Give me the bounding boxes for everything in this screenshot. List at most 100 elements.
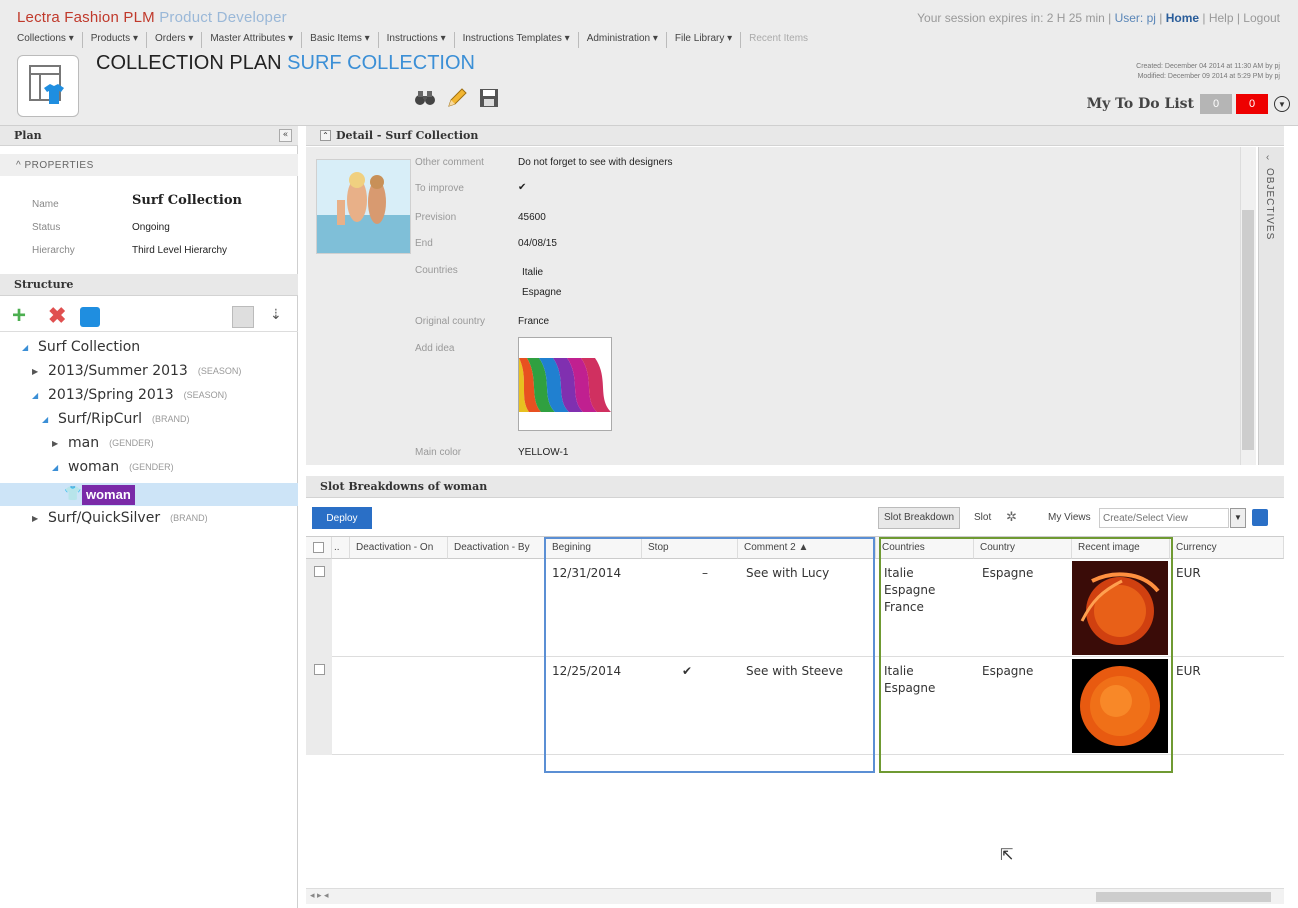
- col-deactivation-by[interactable]: Deactivation - By: [448, 537, 546, 559]
- collapse-panel-button[interactable]: «: [279, 129, 292, 142]
- expanded-arrow-icon[interactable]: ◢: [52, 463, 62, 472]
- prop-name-label: Name: [32, 199, 59, 210]
- collapse-up-icon[interactable]: ⌃: [320, 130, 331, 141]
- home-link[interactable]: Home: [1166, 11, 1199, 25]
- my-views-label: My Views: [1048, 512, 1091, 523]
- tree-node-woman-gender[interactable]: ◢ woman (GENDER): [52, 459, 174, 475]
- add-icon[interactable]: +: [12, 304, 26, 328]
- delete-icon[interactable]: ✖: [48, 305, 66, 327]
- user-link[interactable]: User: pj: [1115, 11, 1156, 25]
- properties-header[interactable]: ^ PROPERTIES: [0, 154, 298, 176]
- field-prevision-value: 45600: [518, 212, 546, 223]
- collection-thumbnail: [316, 159, 411, 254]
- structure-header: Structure: [0, 274, 298, 296]
- select-all-header[interactable]: [306, 537, 332, 559]
- menu-recent-items[interactable]: Recent Items: [741, 32, 816, 48]
- field-countries-label: Countries: [415, 265, 458, 276]
- chevron-down-icon[interactable]: ▼: [1230, 508, 1246, 528]
- menu-master-attributes[interactable]: Master Attributes ▾: [202, 32, 303, 48]
- idea-image[interactable]: [518, 337, 612, 431]
- menu-instructions-templates[interactable]: Instructions Templates ▾: [455, 32, 579, 48]
- tree-node-quicksilver[interactable]: ▶ Surf/QuickSilver (BRAND): [32, 510, 208, 526]
- slot-breakdown-header: Slot Breakdowns of woman: [306, 476, 1284, 498]
- grid-horizontal-scrollbar[interactable]: ◂ ▸ ◂: [306, 888, 1284, 904]
- tree-node-woman-selected[interactable]: woman: [82, 485, 135, 505]
- field-original-country-value: France: [518, 316, 550, 327]
- col-more[interactable]: ..: [332, 537, 350, 559]
- sort-icon[interactable]: ⇣: [270, 306, 282, 323]
- tree-node-man[interactable]: ▶ man (GENDER): [52, 435, 154, 451]
- slot-breakdown-tab[interactable]: Slot Breakdown: [878, 507, 961, 529]
- slot-tab[interactable]: Slot: [974, 512, 991, 523]
- tree-node-surf-collection[interactable]: ◢ Surf Collection: [22, 339, 140, 355]
- col-currency[interactable]: Currency: [1170, 537, 1284, 559]
- menu-administration[interactable]: Administration ▾: [579, 32, 667, 48]
- binoculars-icon[interactable]: [414, 87, 436, 109]
- expanded-arrow-icon[interactable]: ◢: [42, 415, 52, 424]
- help-logout-links[interactable]: | Help | Logout: [1199, 11, 1280, 25]
- tree-node-spring-2013[interactable]: ◢ 2013/Spring 2013 (SEASON): [32, 387, 227, 403]
- menu-orders[interactable]: Orders ▾: [147, 32, 203, 48]
- expanded-arrow-icon[interactable]: ◢: [22, 343, 32, 352]
- collection-plan-icon: [17, 55, 79, 117]
- detail-scroll-thumb[interactable]: [1242, 210, 1254, 450]
- field-countries-value-2: Espagne: [522, 287, 562, 298]
- created-modified-info: Created: December 04 2014 at 11:30 AM by…: [1136, 63, 1280, 80]
- view-select-input[interactable]: [1099, 508, 1229, 528]
- field-other-comment-label: Other comment: [415, 157, 484, 168]
- collapsed-arrow-icon[interactable]: ▶: [32, 514, 42, 523]
- scroll-left-icon[interactable]: ◂ ▸ ◂: [310, 890, 329, 901]
- pencil-icon[interactable]: [446, 87, 468, 109]
- session-info: Your session expires in: 2 H 25 min | Us…: [917, 11, 1280, 25]
- page-title: COLLECTION PLAN SURF COLLECTION: [96, 52, 475, 74]
- gear-icon[interactable]: ✲: [1006, 509, 1017, 525]
- field-to-improve-label: To improve: [415, 183, 464, 194]
- product-icon[interactable]: [80, 307, 100, 327]
- todo-count-grey[interactable]: 0: [1200, 94, 1232, 114]
- deploy-button[interactable]: Deploy: [312, 507, 372, 529]
- chevron-down-icon[interactable]: ▼: [1274, 96, 1290, 112]
- main-menu: Collections ▾ Products ▾ Orders ▾ Master…: [17, 32, 816, 48]
- field-end-value: 04/08/15: [518, 238, 557, 249]
- field-end-label: End: [415, 238, 433, 249]
- field-main-color-label: Main color: [415, 447, 462, 458]
- todo-count-red[interactable]: 0: [1236, 94, 1268, 114]
- row-checkbox[interactable]: [314, 664, 325, 675]
- tshirt-icon: 👕: [64, 485, 82, 501]
- page-toolbar: [414, 87, 500, 109]
- collapsed-arrow-icon[interactable]: ▶: [52, 439, 62, 448]
- horizontal-scroll-thumb[interactable]: [1096, 892, 1271, 902]
- collapsed-arrow-icon[interactable]: ▶: [32, 367, 42, 376]
- tree-view-icon[interactable]: [232, 306, 254, 328]
- save-view-icon[interactable]: [1252, 509, 1268, 526]
- prop-status-label: Status: [32, 222, 61, 233]
- menu-file-library[interactable]: File Library ▾: [667, 32, 742, 48]
- selected-row-highlight: [0, 483, 298, 506]
- mouse-cursor-icon: ⇱: [1000, 847, 1014, 864]
- field-add-idea-label: Add idea: [415, 343, 455, 354]
- prop-hierarchy-label: Hierarchy: [32, 245, 75, 256]
- save-icon[interactable]: [478, 87, 500, 109]
- tree-node-ripcurl[interactable]: ◢ Surf/RipCurl (BRAND): [42, 411, 189, 427]
- app-title: Lectra Fashion PLM Product Developer: [17, 9, 287, 26]
- row-checkbox[interactable]: [314, 566, 325, 577]
- expanded-arrow-icon[interactable]: ◢: [32, 391, 42, 400]
- todo-list: My To Do List 0 0 ▼: [1087, 94, 1290, 114]
- checkmark-icon: ✔: [518, 182, 527, 193]
- menu-instructions[interactable]: Instructions ▾: [379, 32, 455, 48]
- chevron-left-icon[interactable]: ‹: [1266, 152, 1269, 163]
- select-all-checkbox[interactable]: [313, 542, 324, 553]
- tree-node-summer-2013[interactable]: ▶ 2013/Summer 2013 (SEASON): [32, 363, 241, 379]
- highlight-frame-blue: [544, 537, 875, 773]
- prop-hierarchy-value: Third Level Hierarchy: [132, 245, 228, 256]
- highlight-frame-green: [879, 537, 1173, 773]
- menu-basic-items[interactable]: Basic Items ▾: [302, 32, 379, 48]
- cell-currency: EUR: [1176, 664, 1201, 678]
- objectives-label[interactable]: OBJECTIVES: [1264, 168, 1275, 240]
- menu-collections[interactable]: Collections ▾: [17, 32, 83, 48]
- todo-label[interactable]: My To Do List: [1087, 96, 1194, 112]
- field-prevision-label: Prevision: [415, 212, 457, 223]
- col-deactivation-on[interactable]: Deactivation - On: [350, 537, 448, 559]
- menu-products[interactable]: Products ▾: [83, 32, 147, 48]
- prop-name-value: Surf Collection: [132, 193, 242, 208]
